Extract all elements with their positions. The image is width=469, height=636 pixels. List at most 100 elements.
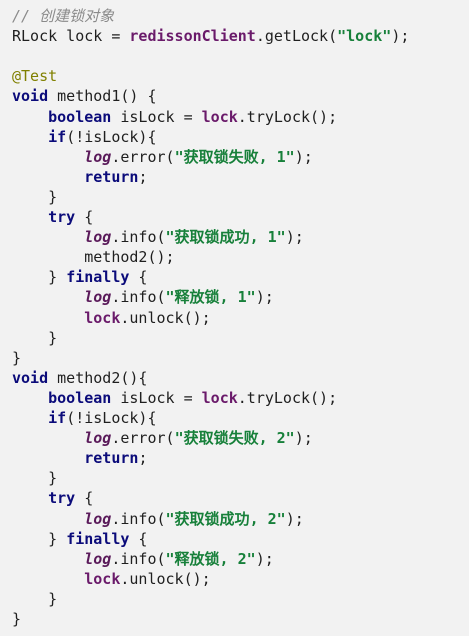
code-token: finally bbox=[66, 268, 130, 287]
code-token: isLock = bbox=[111, 388, 202, 407]
code-token: return bbox=[84, 449, 139, 468]
code-line: } bbox=[12, 609, 21, 629]
code-line: log.error("获取锁失败, 2"); bbox=[12, 428, 313, 448]
code-token: ; bbox=[138, 449, 148, 468]
code-line: RLock lock = redissonClient.getLock("loc… bbox=[12, 26, 409, 46]
code-token: (!isLock){ bbox=[66, 127, 157, 146]
code-token: log bbox=[84, 147, 112, 166]
code-token: "获取锁成功, 2" bbox=[165, 509, 286, 528]
code-token: "lock" bbox=[337, 27, 392, 46]
code-editor: // 创建锁对象 RLock lock = redissonClient.getL… bbox=[0, 0, 469, 636]
code-line: boolean isLock = lock.tryLock(); bbox=[12, 107, 337, 127]
code-token: } bbox=[12, 268, 67, 287]
code-token: log bbox=[84, 288, 112, 307]
code-token: void bbox=[12, 87, 49, 106]
code-line: } finally { bbox=[12, 267, 147, 287]
code-line: try { bbox=[12, 207, 93, 227]
code-line: log.info("释放锁, 1"); bbox=[12, 287, 274, 307]
code-token: } bbox=[12, 187, 58, 206]
code-line: // 创建锁对象 bbox=[12, 6, 114, 26]
code-token: log bbox=[84, 549, 112, 568]
code-token: @Test bbox=[12, 67, 58, 86]
code-token: finally bbox=[66, 529, 130, 548]
code-token: method1() { bbox=[48, 87, 157, 106]
code-line: boolean isLock = lock.tryLock(); bbox=[12, 388, 337, 408]
code-line: log.error("获取锁失败, 1"); bbox=[12, 147, 313, 167]
code-token: "释放锁, 1" bbox=[165, 288, 256, 307]
code-token: ); bbox=[285, 228, 304, 247]
code-token: isLock = bbox=[111, 107, 202, 126]
code-token: "获取锁成功, 1" bbox=[165, 228, 286, 247]
code-token: { bbox=[75, 208, 94, 226]
code-line: } bbox=[12, 589, 57, 609]
code-token: log bbox=[84, 228, 112, 247]
code-line: lock.unlock(); bbox=[12, 308, 211, 328]
code-line: log.info("释放锁, 2"); bbox=[12, 549, 274, 569]
code-line: lock.unlock(); bbox=[12, 569, 211, 589]
code-token: } bbox=[12, 469, 58, 488]
code-token: .info( bbox=[111, 288, 166, 307]
code-line: } bbox=[12, 187, 57, 207]
code-token: method2(); bbox=[12, 248, 175, 267]
code-line: void method1() { bbox=[12, 86, 157, 106]
code-line: void method2(){ bbox=[12, 368, 147, 388]
code-token: .unlock(); bbox=[120, 308, 211, 327]
code-token: method2(){ bbox=[48, 368, 148, 387]
code-token: lock bbox=[201, 388, 238, 407]
code-token: try bbox=[48, 489, 76, 508]
code-line: } finally { bbox=[12, 529, 147, 549]
code-token: (!isLock){ bbox=[66, 409, 157, 427]
code-token: if bbox=[48, 409, 67, 427]
code-token: "释放锁, 2" bbox=[165, 549, 256, 568]
code-token: try bbox=[48, 208, 76, 226]
code-token: .tryLock(); bbox=[237, 107, 338, 126]
code-token: .error( bbox=[111, 147, 175, 166]
code-token: .error( bbox=[111, 429, 175, 448]
code-token: } bbox=[12, 348, 22, 367]
code-token: { bbox=[129, 268, 148, 287]
code-token: { bbox=[75, 489, 94, 508]
code-token: log bbox=[84, 429, 112, 448]
code-token: ); bbox=[285, 509, 304, 528]
code-token: } bbox=[12, 529, 67, 548]
code-token: lock bbox=[84, 569, 121, 588]
code-token: RLock lock = bbox=[12, 27, 130, 46]
code-line: log.info("获取锁成功, 1"); bbox=[12, 227, 304, 247]
code-line: return; bbox=[12, 167, 147, 187]
code-line: method2(); bbox=[12, 247, 175, 267]
code-token: ); bbox=[294, 429, 313, 448]
code-token: "获取锁失败, 1" bbox=[174, 147, 295, 166]
code-line: log.info("获取锁成功, 2"); bbox=[12, 509, 304, 529]
code-token: lock bbox=[201, 107, 238, 126]
code-token: void bbox=[12, 368, 49, 387]
code-token: lock bbox=[84, 308, 121, 327]
code-line: return; bbox=[12, 448, 147, 468]
code-token: } bbox=[12, 610, 22, 628]
code-token: return bbox=[84, 167, 139, 186]
code-token: } bbox=[12, 589, 58, 608]
code-line: if(!isLock){ bbox=[12, 127, 157, 147]
code-token: .unlock(); bbox=[120, 569, 211, 588]
code-token: ); bbox=[391, 27, 410, 46]
code-line: } bbox=[12, 328, 57, 348]
code-token: if bbox=[48, 127, 67, 146]
code-token: boolean bbox=[48, 107, 112, 126]
code-token: { bbox=[129, 529, 148, 548]
code-token: // 创建锁对象 bbox=[12, 7, 115, 25]
code-token: log bbox=[84, 509, 112, 528]
code-token: .info( bbox=[111, 509, 166, 528]
code-token: boolean bbox=[48, 388, 112, 407]
code-token: .tryLock(); bbox=[237, 388, 338, 407]
